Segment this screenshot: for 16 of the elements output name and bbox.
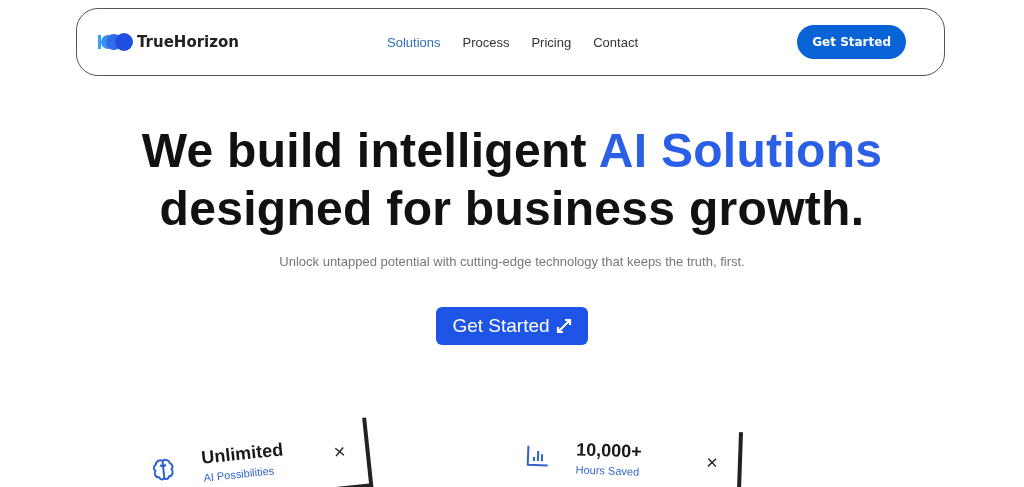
stat-value: 10,000+ xyxy=(575,439,643,463)
hero-subtitle: Unlock untapped potential with cutting-edge technology that keeps the truth, first. xyxy=(279,254,745,269)
bar-chart-icon xyxy=(525,443,551,469)
nav-link[interactable]: Process xyxy=(462,34,510,50)
hero-headline: We build intelligent AI Solutions designed for business growth. xyxy=(141,123,883,237)
logo-icon xyxy=(98,32,134,52)
nav-link[interactable]: Solutions xyxy=(387,34,441,50)
close-button[interactable]: × xyxy=(332,439,347,464)
brand-name: TrueHorizon xyxy=(137,33,239,51)
expand-icon xyxy=(555,318,572,334)
nav-link[interactable]: Contact xyxy=(593,34,638,50)
get-started-button[interactable]: Get Started xyxy=(797,25,906,59)
get-started-button[interactable]: Get Started xyxy=(436,307,588,345)
stat-caption: Hours Saved xyxy=(575,463,641,478)
nav-link[interactable]: Pricing xyxy=(531,34,572,50)
close-button[interactable]: × xyxy=(705,450,719,474)
